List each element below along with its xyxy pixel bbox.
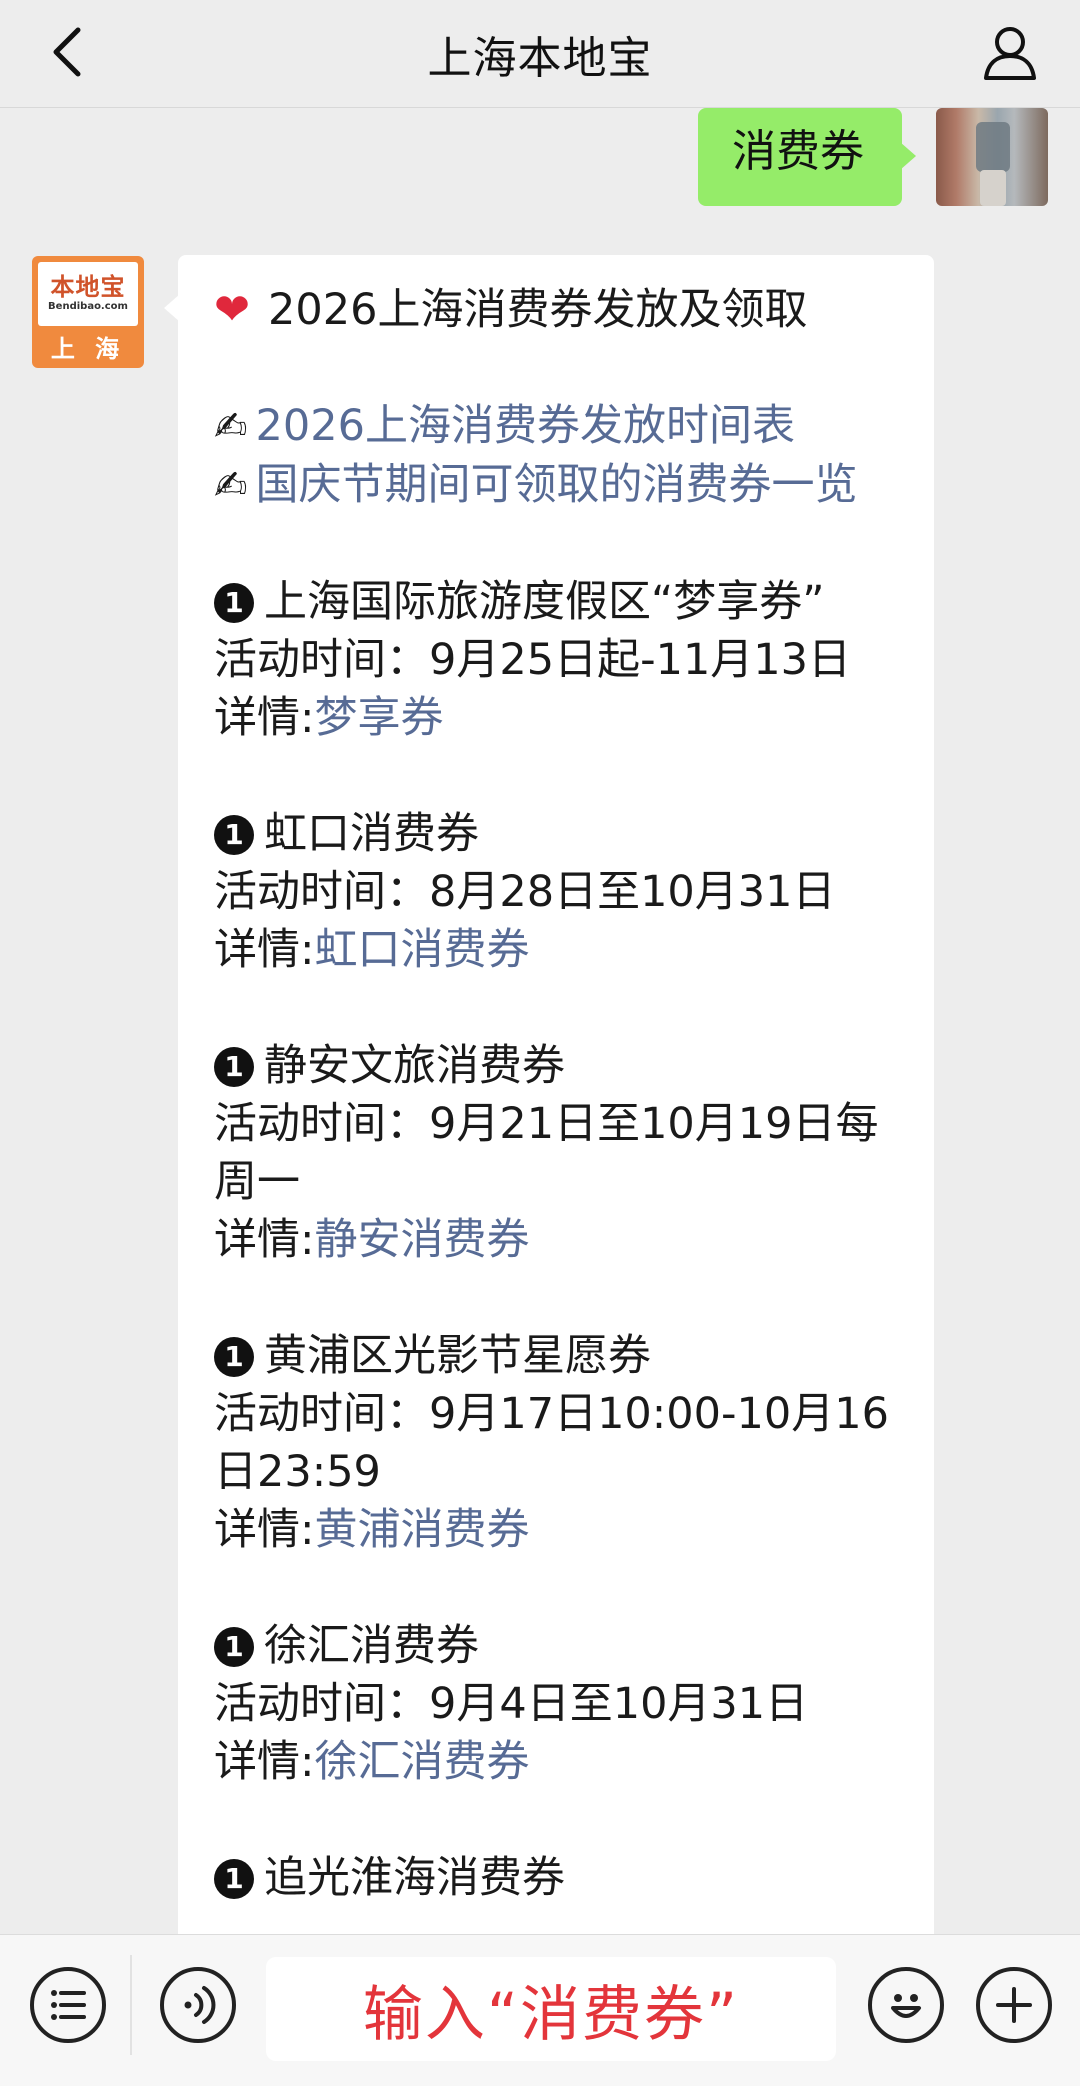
number-marker-icon: 1: [214, 815, 254, 855]
national-day-link[interactable]: 国庆节期间可领取的消费券一览: [256, 460, 858, 510]
message-input[interactable]: 输入“消费券”: [266, 1957, 836, 2061]
message-input-text: 输入“消费券”: [362, 1979, 740, 2050]
coupon-item-title: 1 静安文旅消费券: [214, 1037, 900, 1095]
avatar-domain-text: Bendibao.com: [48, 301, 128, 312]
sent-message-bubble[interactable]: 消费券: [698, 108, 916, 206]
more-functions-button[interactable]: [976, 1967, 1052, 2043]
schedule-link[interactable]: 2026上海消费券发放时间表: [256, 401, 795, 451]
number-marker-icon: 1: [214, 583, 254, 623]
link-line: ✍ 2026上海消费券发放时间表: [214, 397, 900, 456]
message-title-line: ❤ 2026上海消费券发放及领取: [214, 281, 900, 339]
number-marker-icon: 1: [214, 1047, 254, 1087]
coupon-item-title: 1 上海国际旅游度假区“梦享券”: [214, 573, 900, 631]
received-message-bubble: ❤ 2026上海消费券发放及领取 ✍ 2026上海消费券发放时间表 ✍ 国庆节期间可领…: [178, 255, 934, 1995]
user-avatar[interactable]: [936, 108, 1048, 206]
coupon-detail-link[interactable]: 徐汇消费券: [315, 1737, 530, 1787]
account-avatar[interactable]: 本地宝 Bendibao.com 上 海: [32, 256, 144, 368]
coupon-detail-link[interactable]: 虹口消费券: [315, 925, 530, 975]
coupon-item-detail: 详情:黄浦消费券: [214, 1505, 530, 1555]
coupon-item-time: 活动时间：9月21日至10月19日每周一: [214, 1099, 879, 1207]
chat-screen: 上海本地宝 消费券 本地宝 Bendibao.com 上 海 ❤ 2026上海消费…: [0, 0, 1080, 2086]
number-marker-icon: 1: [214, 1337, 254, 1377]
coupon-item-title: 1 虹口消费券: [214, 805, 900, 863]
coupon-item-title: 1 追光淮海消费券: [214, 1849, 900, 1907]
avatar-logo: 本地宝 Bendibao.com: [38, 262, 138, 326]
sent-message-row: 消费券: [698, 108, 1048, 206]
plus-icon: [996, 1987, 1032, 2023]
coupon-item-title: 1 徐汇消费券: [214, 1617, 900, 1675]
coupon-item-detail: 详情:静安消费券: [214, 1215, 530, 1265]
coupon-detail-link[interactable]: 黄浦消费券: [315, 1505, 530, 1555]
avatar-photo-blur: [976, 122, 1010, 172]
avatar-city-text: 上 海: [50, 335, 126, 363]
coupon-item-detail: 详情:梦享券: [214, 693, 444, 743]
coupon-item-time: 活动时间：9月17日10:00-10月16日23:59: [214, 1389, 889, 1497]
menu-toggle-button[interactable]: [30, 1967, 106, 2043]
smiley-icon: [891, 1994, 921, 2018]
person-icon: [984, 27, 1036, 80]
coupon-item-detail: 详情:徐汇消费券: [214, 1737, 530, 1787]
bar-divider: [130, 1955, 132, 2055]
message-title: 2026上海消费券发放及领取: [268, 285, 808, 335]
link-line: ✍ 国庆节期间可领取的消费券一览: [214, 456, 900, 515]
sent-message-text: 消费券: [732, 126, 864, 177]
coupon-item-title: 1 黄浦区光影节星愿券: [214, 1327, 900, 1385]
coupon-item-time: 活动时间：9月4日至10月31日: [214, 1679, 809, 1729]
number-marker-icon: 1: [214, 1859, 254, 1899]
avatar-brand-text: 本地宝: [50, 273, 126, 301]
chat-input-bar: 输入“消费券”: [0, 1934, 1080, 2086]
emoji-button[interactable]: [868, 1967, 944, 2043]
page-title: 上海本地宝: [427, 32, 653, 84]
back-button[interactable]: [38, 22, 98, 82]
voice-input-button[interactable]: [160, 1967, 236, 2043]
nav-bar: 上海本地宝: [0, 0, 1080, 108]
profile-button[interactable]: [976, 18, 1044, 86]
heart-icon: ❤: [214, 285, 251, 335]
coupon-detail-link[interactable]: 静安消费券: [315, 1215, 530, 1265]
voice-icon: [184, 1986, 216, 2024]
coupon-item-time: 活动时间：9月25日起-11月13日: [214, 635, 852, 685]
coupon-detail-link[interactable]: 梦享券: [315, 693, 444, 743]
chevron-left-icon: [53, 27, 81, 77]
writing-hand-icon: ✍: [214, 404, 248, 450]
writing-hand-icon: ✍: [214, 463, 248, 509]
coupon-item-detail: 详情:虹口消费券: [214, 925, 530, 975]
number-marker-icon: 1: [214, 1627, 254, 1667]
list-icon: [51, 1990, 86, 2020]
avatar-photo-blur: [980, 170, 1006, 206]
coupon-item-time: 活动时间：8月28日至10月31日: [214, 867, 836, 917]
